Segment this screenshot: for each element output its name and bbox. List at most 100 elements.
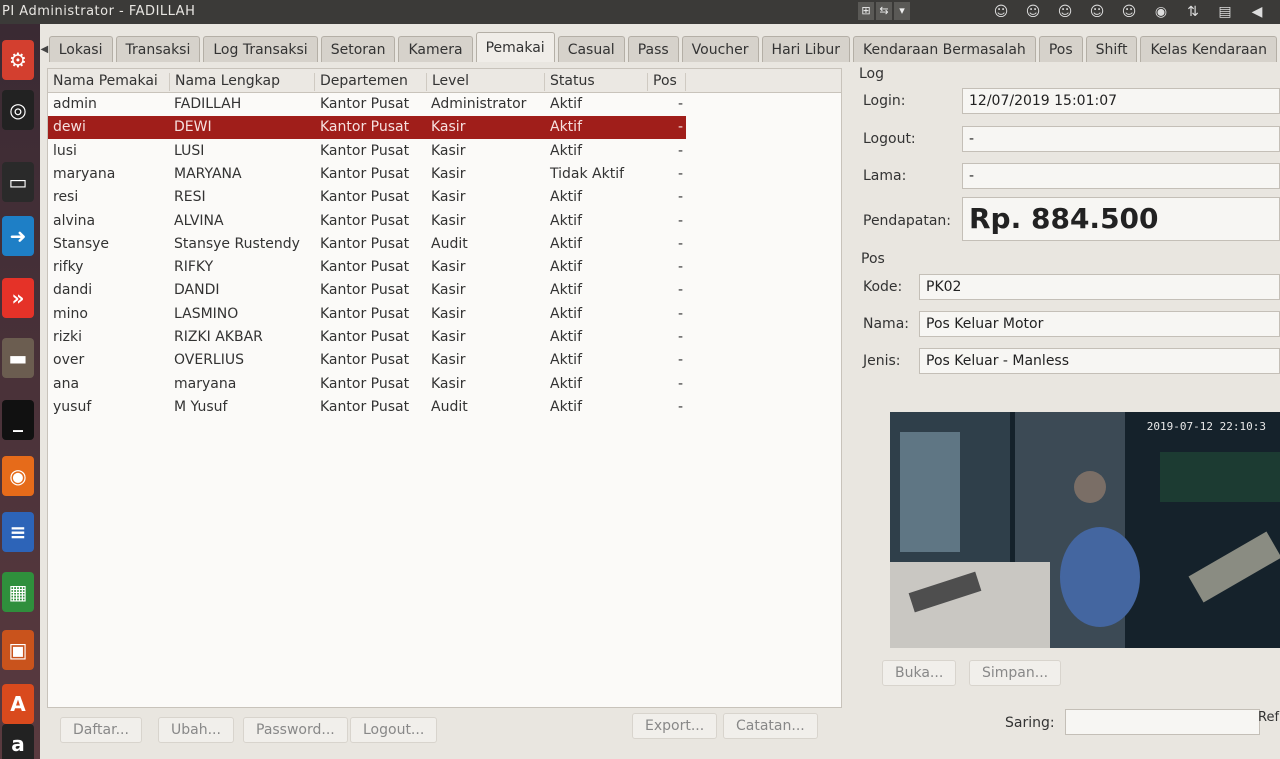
table-row[interactable]: lusi LUSI Kantor Pusat Kasir Aktif - bbox=[48, 140, 686, 163]
cell-level: Kasir bbox=[431, 142, 466, 159]
column-header-departemen[interactable]: Departemen bbox=[315, 73, 427, 91]
cell-departemen: Kantor Pusat bbox=[320, 375, 410, 392]
cell-departemen: Kantor Pusat bbox=[320, 189, 410, 206]
keyboard-icon[interactable]: ▤ bbox=[1216, 3, 1234, 21]
table-row[interactable]: ana maryana Kantor Pusat Kasir Aktif - bbox=[48, 373, 686, 396]
cell-departemen: Kantor Pusat bbox=[320, 235, 410, 252]
table-row[interactable]: maryana MARYANA Kantor Pusat Kasir Tidak Akt… bbox=[48, 163, 686, 186]
table-row[interactable]: Stansye Stansye Rustendy Kantor Pusat Audit… bbox=[48, 233, 686, 256]
cell-nama-lengkap: RIZKI AKBAR bbox=[174, 329, 263, 345]
simpan-button[interactable]: Simpan... bbox=[969, 660, 1062, 686]
kb-key[interactable]: ▾ bbox=[894, 2, 910, 20]
volume-icon[interactable]: ◀ bbox=[1248, 3, 1266, 21]
forward-icon[interactable]: » bbox=[2, 278, 34, 318]
table-row[interactable]: yusuf M Yusuf Kantor Pusat Audit Aktif - bbox=[48, 396, 686, 419]
detail-panel: Log Login: 12/07/2019 15:01:07 Logout: -… bbox=[857, 64, 1280, 759]
column-header-nama-lengkap[interactable]: Nama Lengkap bbox=[170, 73, 315, 91]
table-row[interactable]: alvina ALVINA Kantor Pusat Kasir Aktif - bbox=[48, 210, 686, 233]
cell-nama-pemakai: dewi bbox=[53, 119, 86, 136]
lama-field[interactable]: - bbox=[962, 163, 1280, 189]
password-button[interactable]: Password... bbox=[243, 717, 348, 743]
tab-shift[interactable]: Shift bbox=[1085, 36, 1138, 62]
catatan-button[interactable]: Catatan... bbox=[723, 713, 818, 739]
export-button[interactable]: Export... bbox=[632, 713, 718, 739]
nama-label: Nama: bbox=[863, 316, 909, 332]
tab-transaksi[interactable]: Transaksi bbox=[115, 36, 201, 62]
tab-setoran[interactable]: Setoran bbox=[320, 36, 396, 62]
network-icon[interactable]: ◉ bbox=[1152, 3, 1170, 21]
user-icon[interactable]: ☺ bbox=[992, 3, 1010, 21]
tab-pos[interactable]: Pos bbox=[1038, 36, 1083, 62]
column-header-level[interactable]: Level bbox=[427, 73, 545, 91]
app-icon[interactable]: ⚙ bbox=[2, 40, 34, 80]
table-row[interactable]: dandi DANDI Kantor Pusat Kasir Aktif - bbox=[48, 279, 686, 302]
disc-icon[interactable]: ◎ bbox=[2, 90, 34, 130]
user-table[interactable]: Nama Pemakai Nama Lengkap Departemen Lev… bbox=[47, 68, 842, 708]
camera-timestamp: 2019-07-12 22:10:3 bbox=[1147, 420, 1266, 433]
user-icon[interactable]: ☺ bbox=[1088, 3, 1106, 21]
monitor-icon[interactable]: ▭ bbox=[2, 162, 34, 202]
cell-departemen: Kantor Pusat bbox=[320, 142, 410, 159]
column-header-nama-pemakai[interactable]: Nama Pemakai bbox=[48, 73, 170, 91]
arrow-icon[interactable]: ➜ bbox=[2, 216, 34, 256]
table-row[interactable]: dewi DEWI Kantor Pusat Kasir Aktif - bbox=[48, 116, 686, 140]
cell-status: Aktif bbox=[550, 375, 582, 392]
tab-lokasi[interactable]: Lokasi bbox=[48, 36, 113, 62]
refresh-button[interactable]: Ref bbox=[1258, 710, 1279, 725]
tab-pemakai[interactable]: Pemakai bbox=[475, 32, 555, 62]
cell-nama-pemakai: rizki bbox=[53, 329, 82, 345]
logout-button[interactable]: Logout... bbox=[350, 717, 438, 743]
cell-nama-pemakai: maryana bbox=[53, 165, 116, 182]
ubah-button[interactable]: Ubah... bbox=[158, 717, 234, 743]
tab-kelas-kendaraan[interactable]: Kelas Kendaraan bbox=[1140, 36, 1277, 62]
user-icon[interactable]: ☺ bbox=[1120, 3, 1138, 21]
kb-key[interactable]: ⊞ bbox=[858, 2, 874, 20]
column-header-status[interactable]: Status bbox=[545, 73, 648, 91]
presentation-icon[interactable]: ▣ bbox=[2, 630, 34, 670]
cell-nama-lengkap: DEWI bbox=[174, 119, 212, 136]
tab-voucher[interactable]: Voucher bbox=[681, 36, 759, 62]
daftar-button[interactable]: Daftar... bbox=[60, 717, 142, 743]
user-icon[interactable]: ☺ bbox=[1056, 3, 1074, 21]
buka-button[interactable]: Buka... bbox=[882, 660, 957, 686]
keyboard-layout-indicator[interactable]: ⊞ ⇆ ▾ bbox=[858, 2, 910, 20]
spreadsheet-icon[interactable]: ▦ bbox=[2, 572, 34, 612]
column-header-pos[interactable]: Pos bbox=[648, 73, 686, 91]
tab-scroll-left-icon[interactable]: ◀ bbox=[40, 36, 49, 62]
cell-nama-lengkap: DANDI bbox=[174, 282, 220, 299]
sort-icon[interactable]: ⇅ bbox=[1184, 3, 1202, 21]
logout-label: Logout: bbox=[863, 131, 916, 147]
user-icon[interactable]: ☺ bbox=[1024, 3, 1042, 21]
drive-icon[interactable]: ▬ bbox=[2, 338, 34, 378]
app-launcher: ⚙ ◎ ▭ ➜ » ▬ _ ◉ ≡ ▦ ▣ A a bbox=[0, 24, 40, 759]
cell-status: Aktif bbox=[550, 235, 582, 252]
table-row[interactable]: over OVERLIUS Kantor Pusat Kasir Aktif - bbox=[48, 349, 686, 372]
amazon-icon[interactable]: a bbox=[2, 724, 34, 759]
software-icon[interactable]: A bbox=[2, 684, 34, 724]
cell-pos: - bbox=[678, 282, 684, 299]
kode-field[interactable]: PK02 bbox=[919, 274, 1280, 300]
tab-casual[interactable]: Casual bbox=[557, 36, 625, 62]
table-row[interactable]: rifky RIFKY Kantor Pusat Kasir Aktif - bbox=[48, 256, 686, 279]
table-row[interactable]: rizki RIZKI AKBAR Kantor Pusat Kasir Aktif - bbox=[48, 326, 686, 349]
tab-log-transaksi[interactable]: Log Transaksi bbox=[203, 36, 318, 62]
login-field[interactable]: 12/07/2019 15:01:07 bbox=[962, 88, 1280, 114]
tab-hari-libur[interactable]: Hari Libur bbox=[761, 36, 850, 62]
jenis-field[interactable]: Pos Keluar - Manless bbox=[919, 348, 1280, 374]
logout-field[interactable]: - bbox=[962, 126, 1280, 152]
document-icon[interactable]: ≡ bbox=[2, 512, 34, 552]
table-row[interactable]: mino LASMINO Kantor Pusat Kasir Aktif - bbox=[48, 303, 686, 326]
tab-kamera[interactable]: Kamera bbox=[398, 36, 473, 62]
saring-input[interactable] bbox=[1065, 709, 1260, 735]
nama-field[interactable]: Pos Keluar Motor bbox=[919, 311, 1280, 337]
table-row[interactable]: resi RESI Kantor Pusat Kasir Aktif - bbox=[48, 186, 686, 209]
cell-pos: - bbox=[678, 142, 684, 159]
tab-pass[interactable]: Pass bbox=[627, 36, 679, 62]
tab-kendaraan-bermasalah[interactable]: Kendaraan Bermasalah bbox=[852, 36, 1036, 62]
terminal-icon[interactable]: _ bbox=[2, 400, 34, 440]
firefox-icon[interactable]: ◉ bbox=[2, 456, 34, 496]
pendapatan-field[interactable]: Rp. 884.500 bbox=[962, 197, 1280, 241]
cell-departemen: Kantor Pusat bbox=[320, 329, 410, 345]
table-row[interactable]: admin FADILLAH Kantor Pusat Administrator Ak… bbox=[48, 93, 686, 116]
kb-key[interactable]: ⇆ bbox=[876, 2, 892, 20]
